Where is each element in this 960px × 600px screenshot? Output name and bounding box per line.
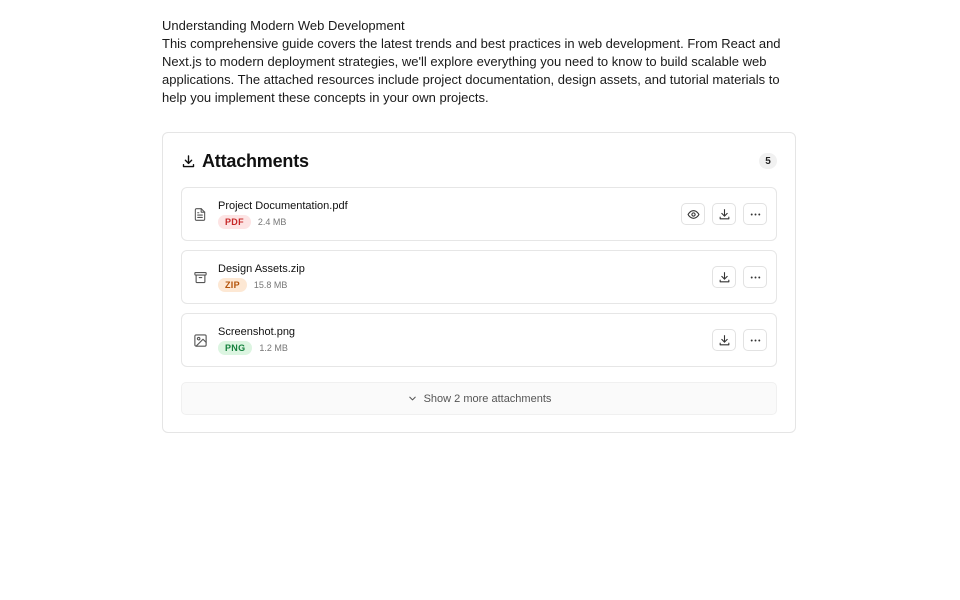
more-options-button[interactable] xyxy=(743,266,767,288)
file-type-badge: PNG xyxy=(218,340,253,355)
preview-button[interactable] xyxy=(681,203,705,225)
more-horizontal-icon xyxy=(750,276,760,278)
show-more-attachments-button[interactable]: Show 2 more attachments xyxy=(181,382,777,415)
more-options-button[interactable] xyxy=(743,329,767,351)
chevron-down-icon xyxy=(407,393,418,404)
attachments-list: Project Documentation.pdf PDF 2.4 MB Des… xyxy=(181,187,777,376)
file-type-badge: ZIP xyxy=(218,277,247,292)
image-icon xyxy=(192,332,208,348)
attachment-item: Design Assets.zip ZIP 15.8 MB xyxy=(181,250,777,304)
file-size: 1.2 MB xyxy=(259,342,288,353)
file-size: 15.8 MB xyxy=(253,279,288,290)
eye-icon xyxy=(687,209,699,219)
attachments-title: Attachments xyxy=(202,150,309,171)
download-button[interactable] xyxy=(712,329,736,351)
file-type-badge: PDF xyxy=(218,214,251,229)
more-horizontal-icon xyxy=(750,339,760,341)
attachment-name[interactable]: Design Assets.zip xyxy=(218,263,305,275)
download-icon xyxy=(181,154,196,169)
attachment-name[interactable]: Screenshot.png xyxy=(218,326,295,338)
more-horizontal-icon xyxy=(750,213,760,215)
attachments-header: Attachments 5 xyxy=(181,149,777,173)
attachment-item: Project Documentation.pdf PDF 2.4 MB xyxy=(181,187,777,241)
attachments-count-badge: 5 xyxy=(759,153,777,169)
download-button[interactable] xyxy=(712,266,736,288)
more-options-button[interactable] xyxy=(743,203,767,225)
file-text-icon xyxy=(192,206,208,222)
archive-icon xyxy=(192,269,208,285)
article: Understanding Modern Web Development Thi… xyxy=(162,17,802,107)
download-icon xyxy=(719,334,729,345)
attachments-card: Attachments 5 Project Documentation.pdf … xyxy=(162,132,796,433)
attachment-name[interactable]: Project Documentation.pdf xyxy=(218,200,348,212)
article-title: Understanding Modern Web Development xyxy=(162,18,405,33)
show-more-label: Show 2 more attachments xyxy=(423,392,552,405)
file-size: 2.4 MB xyxy=(257,216,287,227)
download-icon xyxy=(719,271,729,282)
download-button[interactable] xyxy=(712,203,736,225)
article-body: This comprehensive guide covers the late… xyxy=(162,36,781,105)
download-icon xyxy=(719,208,729,219)
attachment-item: Screenshot.png PNG 1.2 MB xyxy=(181,313,777,367)
